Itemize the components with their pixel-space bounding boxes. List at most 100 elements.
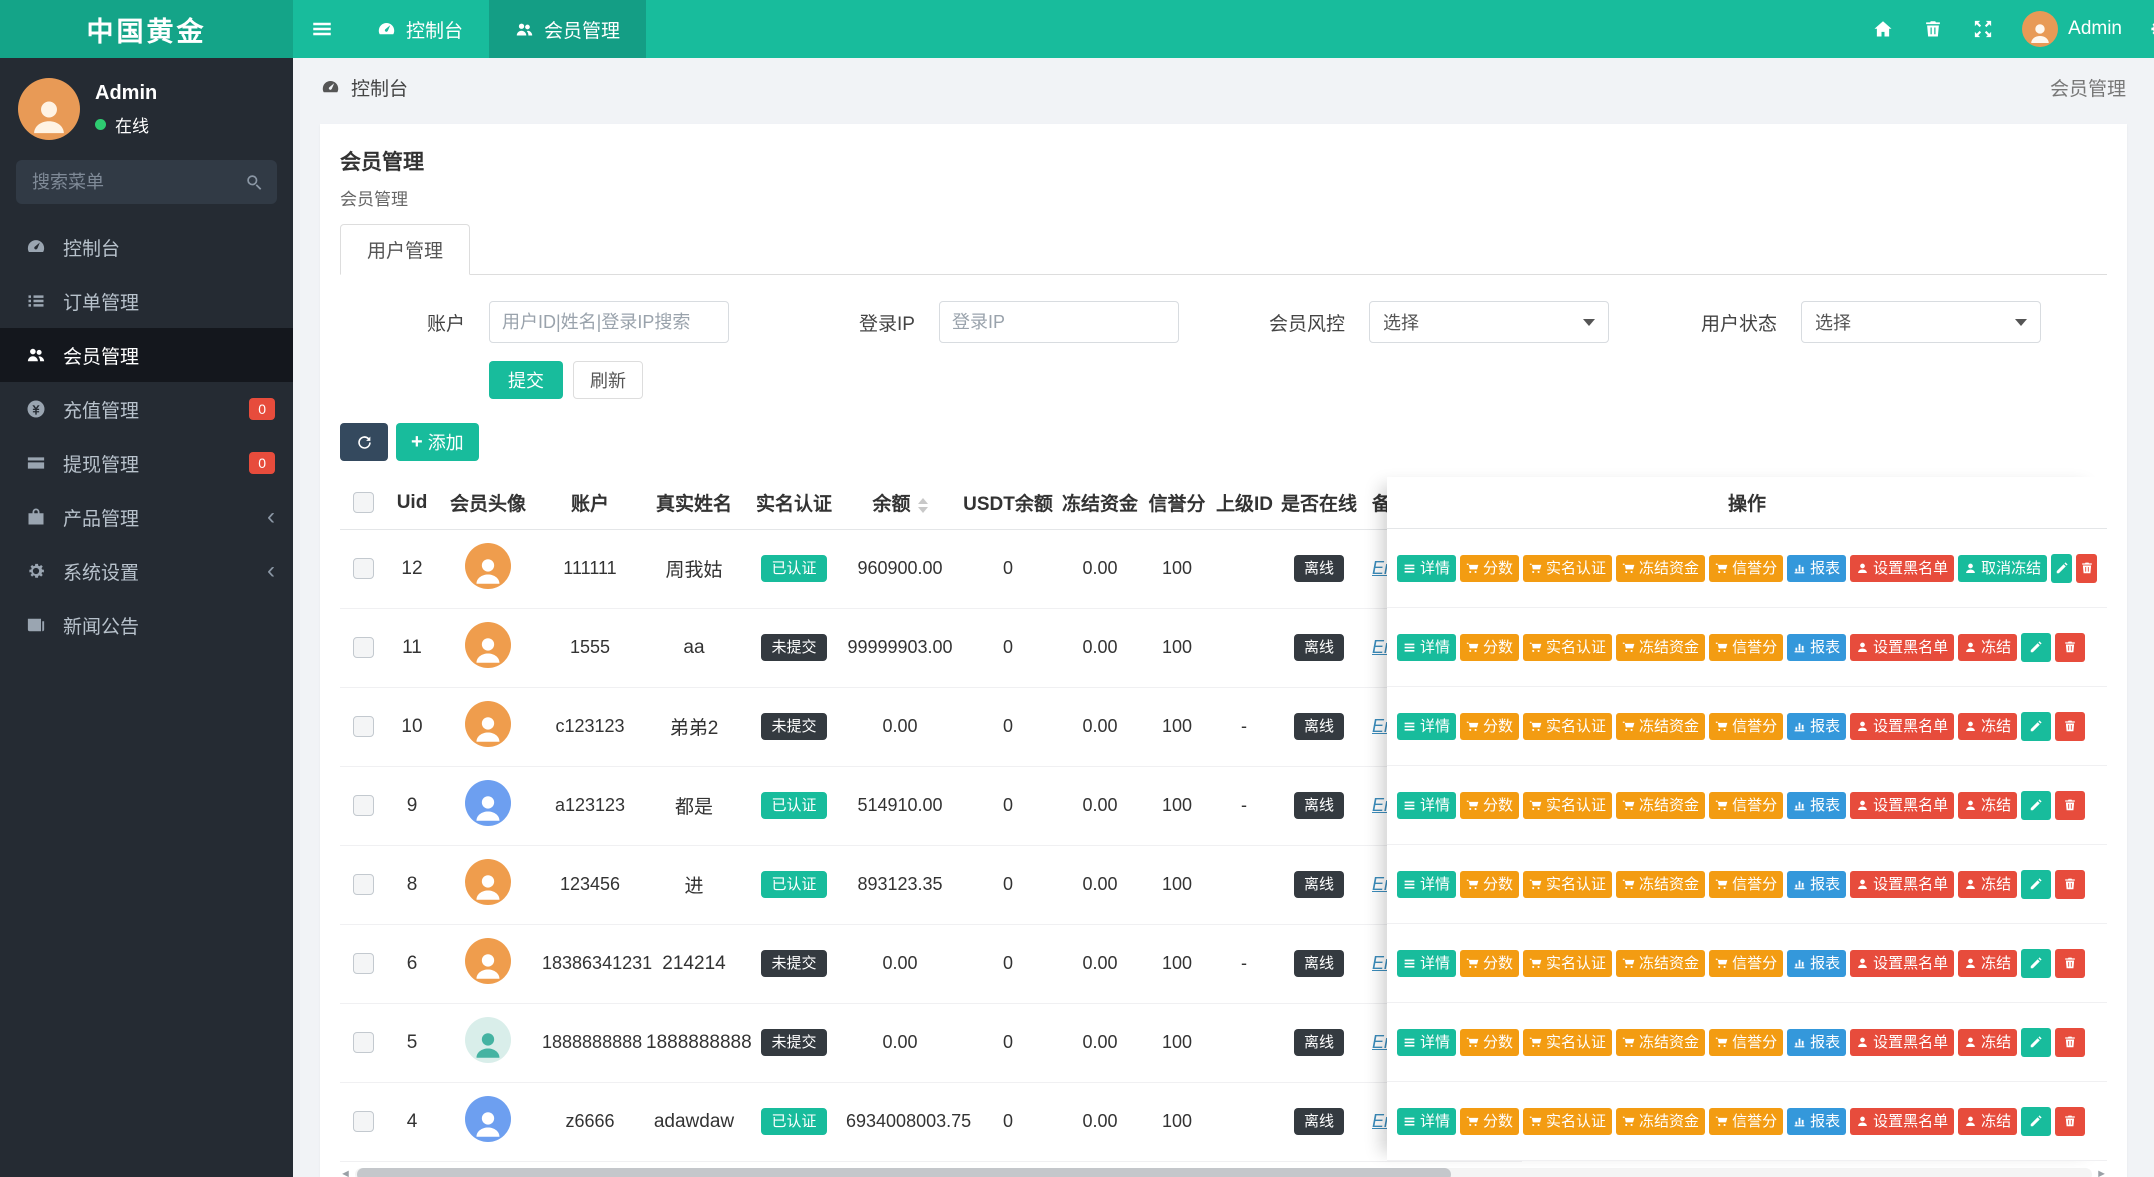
- delete-button[interactable]: [2055, 870, 2085, 899]
- col-header-uid[interactable]: Uid: [386, 477, 438, 529]
- tab-user-management[interactable]: 用户管理: [340, 224, 470, 275]
- op-score-button[interactable]: 分数: [1460, 1029, 1519, 1056]
- login-ip-input[interactable]: [939, 301, 1179, 343]
- row-checkbox[interactable]: [353, 953, 374, 974]
- op-freeze-funds-button[interactable]: 冻结资金: [1616, 1029, 1705, 1056]
- delete-button[interactable]: [2055, 1107, 2085, 1136]
- home-button[interactable]: [1858, 0, 1908, 58]
- delete-button[interactable]: [2055, 1028, 2085, 1057]
- op-realname-button[interactable]: 实名认证: [1523, 1029, 1612, 1056]
- row-checkbox[interactable]: [353, 716, 374, 737]
- op-report-button[interactable]: 报表: [1787, 1029, 1846, 1056]
- op-realname-button[interactable]: 实名认证: [1523, 555, 1612, 582]
- member-avatar[interactable]: [465, 1017, 511, 1063]
- sidebar-item-console[interactable]: 控制台: [0, 220, 293, 274]
- row-checkbox[interactable]: [353, 795, 374, 816]
- op-report-button[interactable]: 报表: [1787, 634, 1846, 661]
- op-freeze-button[interactable]: 冻结: [1958, 713, 2017, 740]
- op-detail-button[interactable]: 详情: [1397, 713, 1456, 740]
- row-checkbox[interactable]: [353, 637, 374, 658]
- op-credit-button[interactable]: 信誉分: [1709, 713, 1783, 740]
- op-realname-button[interactable]: 实名认证: [1523, 792, 1612, 819]
- op-freeze-button[interactable]: 冻结: [1958, 1108, 2017, 1135]
- settings-button[interactable]: [2136, 0, 2154, 58]
- sidebar-item-orders[interactable]: 订单管理: [0, 274, 293, 328]
- op-freeze-funds-button[interactable]: 冻结资金: [1616, 555, 1705, 582]
- select-all-checkbox[interactable]: [353, 492, 374, 513]
- topnav-console[interactable]: 控制台: [351, 0, 489, 58]
- delete-button[interactable]: [2055, 712, 2085, 741]
- op-score-button[interactable]: 分数: [1460, 555, 1519, 582]
- edit-button[interactable]: [2021, 870, 2051, 899]
- op-credit-button[interactable]: 信誉分: [1709, 871, 1783, 898]
- scroll-left-arrow[interactable]: ◄: [340, 1169, 351, 1177]
- delete-button[interactable]: [2076, 554, 2097, 583]
- member-avatar[interactable]: [465, 938, 511, 984]
- reset-button[interactable]: 刷新: [573, 361, 643, 399]
- op-freeze-funds-button[interactable]: 冻结资金: [1616, 634, 1705, 661]
- op-detail-button[interactable]: 详情: [1397, 950, 1456, 977]
- op-credit-button[interactable]: 信誉分: [1709, 634, 1783, 661]
- op-blacklist-button[interactable]: 设置黑名单: [1850, 634, 1954, 661]
- op-freeze-funds-button[interactable]: 冻结资金: [1616, 871, 1705, 898]
- op-report-button[interactable]: 报表: [1787, 555, 1846, 582]
- op-credit-button[interactable]: 信誉分: [1709, 1108, 1783, 1135]
- scrollbar-track[interactable]: [355, 1168, 2092, 1177]
- op-credit-button[interactable]: 信誉分: [1709, 792, 1783, 819]
- member-avatar[interactable]: [465, 543, 511, 589]
- edit-button[interactable]: [2021, 1028, 2051, 1057]
- scroll-right-arrow[interactable]: ►: [2096, 1169, 2107, 1177]
- row-checkbox[interactable]: [353, 874, 374, 895]
- op-realname-button[interactable]: 实名认证: [1523, 950, 1612, 977]
- col-header-balance[interactable]: 余额: [842, 477, 958, 529]
- clear-cache-button[interactable]: [1908, 0, 1958, 58]
- sidebar-item-news[interactable]: 新闻公告: [0, 598, 293, 652]
- op-score-button[interactable]: 分数: [1460, 713, 1519, 740]
- op-score-button[interactable]: 分数: [1460, 634, 1519, 661]
- member-avatar[interactable]: [465, 701, 511, 747]
- delete-button[interactable]: [2055, 633, 2085, 662]
- op-realname-button[interactable]: 实名认证: [1523, 1108, 1612, 1135]
- op-credit-button[interactable]: 信誉分: [1709, 950, 1783, 977]
- op-blacklist-button[interactable]: 设置黑名单: [1850, 792, 1954, 819]
- edit-button[interactable]: [2021, 633, 2051, 662]
- op-freeze-funds-button[interactable]: 冻结资金: [1616, 1108, 1705, 1135]
- member-avatar[interactable]: [465, 859, 511, 905]
- row-checkbox[interactable]: [353, 1032, 374, 1053]
- op-blacklist-button[interactable]: 设置黑名单: [1850, 555, 1954, 582]
- submit-button[interactable]: 提交: [489, 361, 563, 399]
- account-search-input[interactable]: [489, 301, 729, 343]
- op-freeze-funds-button[interactable]: 冻结资金: [1616, 792, 1705, 819]
- menu-search-button[interactable]: [233, 162, 275, 202]
- op-detail-button[interactable]: 详情: [1397, 871, 1456, 898]
- op-freeze-button[interactable]: 冻结: [1958, 871, 2017, 898]
- op-report-button[interactable]: 报表: [1787, 950, 1846, 977]
- sidebar-item-withdraw[interactable]: 提现管理 0: [0, 436, 293, 490]
- sidebar-item-members[interactable]: 会员管理: [0, 328, 293, 382]
- op-credit-button[interactable]: 信誉分: [1709, 1029, 1783, 1056]
- brand-logo[interactable]: 中国黄金: [0, 0, 293, 58]
- row-checkbox[interactable]: [353, 558, 374, 579]
- op-detail-button[interactable]: 详情: [1397, 1108, 1456, 1135]
- op-freeze-button[interactable]: 冻结: [1958, 950, 2017, 977]
- fullscreen-button[interactable]: [1958, 0, 2008, 58]
- edit-button[interactable]: [2021, 791, 2051, 820]
- op-realname-button[interactable]: 实名认证: [1523, 713, 1612, 740]
- op-freeze-button[interactable]: 冻结: [1958, 792, 2017, 819]
- member-avatar[interactable]: [465, 780, 511, 826]
- op-freeze-button[interactable]: 取消冻结: [1958, 555, 2047, 582]
- op-score-button[interactable]: 分数: [1460, 950, 1519, 977]
- edit-button[interactable]: [2021, 712, 2051, 741]
- op-realname-button[interactable]: 实名认证: [1523, 871, 1612, 898]
- delete-button[interactable]: [2055, 949, 2085, 978]
- op-detail-button[interactable]: 详情: [1397, 1029, 1456, 1056]
- horizontal-scrollbar[interactable]: ◄ ►: [340, 1167, 2107, 1177]
- user-status-select[interactable]: 选择: [1801, 301, 2041, 343]
- topnav-members[interactable]: 会员管理: [489, 0, 646, 58]
- delete-button[interactable]: [2055, 791, 2085, 820]
- sidebar-item-recharge[interactable]: 充值管理 0: [0, 382, 293, 436]
- edit-button[interactable]: [2021, 1107, 2051, 1136]
- topbar-user-menu[interactable]: Admin: [2008, 11, 2136, 47]
- op-blacklist-button[interactable]: 设置黑名单: [1850, 1029, 1954, 1056]
- edit-button[interactable]: [2051, 554, 2072, 583]
